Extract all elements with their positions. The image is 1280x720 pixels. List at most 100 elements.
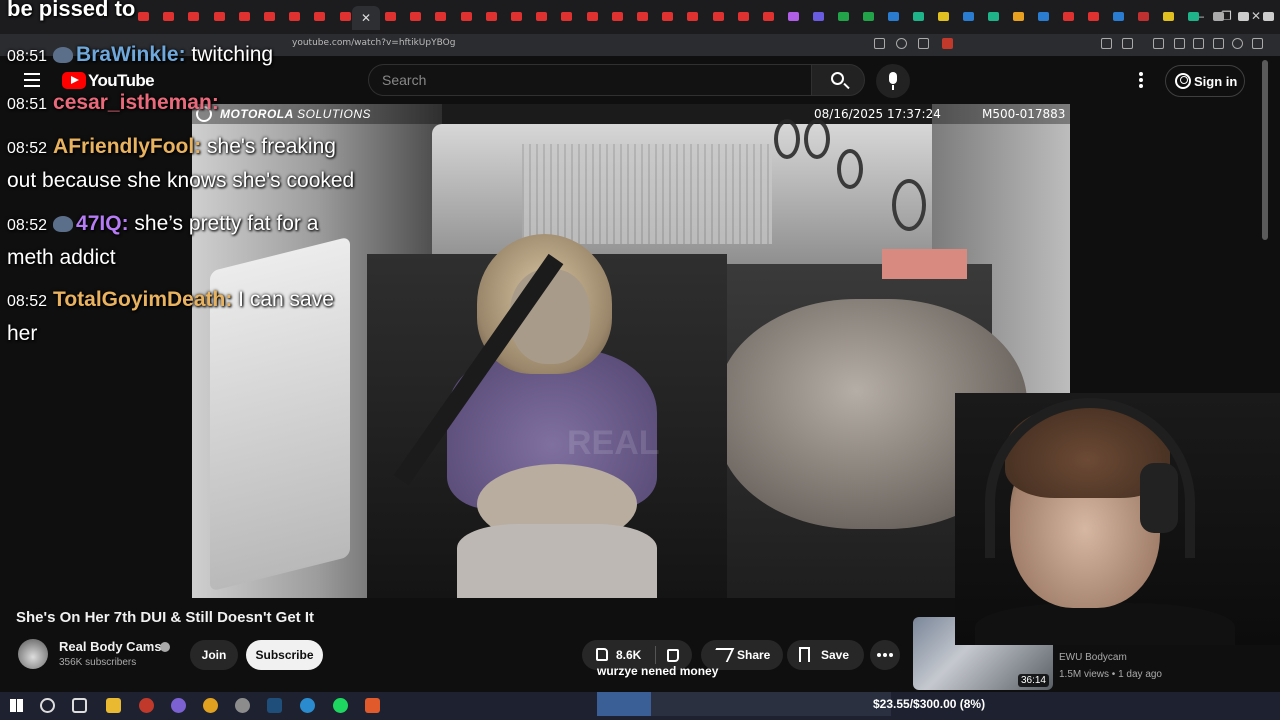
save-button[interactable]: Save	[787, 640, 864, 670]
tab-favicon-icon[interactable]	[1038, 12, 1050, 21]
tab-favicon-icon[interactable]	[1138, 12, 1150, 21]
tab-favicon-icon[interactable]	[611, 12, 623, 21]
windows-start-icon[interactable]	[10, 699, 23, 712]
spotify-icon[interactable]	[333, 698, 348, 713]
tab-favicon-icon[interactable]	[913, 12, 925, 21]
sign-in-label: Sign in	[1194, 73, 1238, 89]
chat-username: BraWinkle	[76, 43, 179, 66]
steam-icon[interactable]	[267, 698, 282, 713]
channel-name[interactable]: Real Body Cams	[59, 639, 162, 654]
brave-shield-icon[interactable]	[942, 38, 953, 49]
tab-favicon-icon[interactable]	[536, 12, 548, 21]
tab-favicon-icon[interactable]	[763, 12, 774, 21]
tab-favicon-icon[interactable]	[637, 12, 648, 21]
microphone-icon	[889, 72, 897, 84]
chat-message: 08:51 BraWinkle: twitching	[7, 43, 274, 66]
vpn-icon[interactable]	[1232, 38, 1243, 49]
bodycam-id: M500-017883	[982, 107, 1066, 121]
video-title: She's On Her 7th DUI & Still Doesn't Get…	[16, 609, 315, 626]
more-actions-button[interactable]	[870, 640, 900, 670]
share-page-icon[interactable]	[918, 38, 929, 49]
sidebar-icon[interactable]	[1174, 38, 1185, 49]
menu-icon[interactable]	[1252, 38, 1263, 49]
edge-icon[interactable]	[300, 698, 315, 713]
tab-favicon-icon[interactable]	[485, 12, 497, 21]
taskbar-search-icon[interactable]	[40, 698, 55, 713]
wallet-icon[interactable]	[1122, 38, 1133, 49]
chat-continuation: out because she knows she's cooked	[7, 169, 355, 192]
save-label: Save	[821, 648, 850, 662]
tab-favicon-icon[interactable]	[1013, 12, 1025, 21]
chrome-icon[interactable]	[203, 698, 218, 713]
tab-favicon-icon[interactable]	[561, 12, 573, 21]
tab-favicon-icon[interactable]	[838, 12, 850, 21]
leo-icon[interactable]	[1213, 38, 1224, 49]
thumbs-down-icon	[667, 649, 679, 662]
join-button[interactable]: Join	[190, 640, 238, 670]
user-icon	[1175, 73, 1191, 89]
verified-icon	[160, 642, 170, 652]
extensions-icon[interactable]	[1101, 38, 1112, 49]
chat-time: 08:51	[7, 48, 48, 65]
video-watermark: REAL	[567, 424, 660, 462]
cast-icon[interactable]	[874, 38, 885, 49]
thumbs-up-icon	[596, 648, 608, 661]
tab-favicon-icon[interactable]	[1263, 12, 1275, 21]
tab-favicon-icon[interactable]	[1188, 12, 1200, 21]
search-input[interactable]	[368, 64, 812, 96]
share-arrow-icon	[709, 648, 735, 662]
chat-continuation: meth addict	[7, 246, 116, 269]
chat-username: cesar_istheman	[53, 91, 212, 114]
page-scrollbar[interactable]	[1262, 60, 1268, 240]
close-window-button[interactable]: ✕	[1251, 9, 1261, 23]
tab-favicon-icon[interactable]	[1163, 12, 1175, 21]
recommended-channel[interactable]: EWU Bodycam	[1059, 652, 1127, 663]
obs-icon[interactable]	[139, 698, 154, 713]
tab-favicon-icon[interactable]	[1063, 12, 1075, 21]
settings-kebab-icon[interactable]	[1139, 72, 1143, 88]
search-button[interactable]	[811, 64, 865, 96]
sign-in-button[interactable]: Sign in	[1165, 65, 1245, 97]
video-scene-ring	[804, 119, 830, 159]
tab-favicon-icon[interactable]	[788, 12, 800, 21]
tab-favicon-icon[interactable]	[888, 12, 900, 21]
chat-cutoff-line: be pissed to	[7, 0, 136, 21]
tab-favicon-icon[interactable]	[435, 12, 447, 21]
tab-favicon-icon[interactable]	[460, 12, 472, 21]
video-duration: 36:14	[1017, 674, 1049, 687]
tab-favicon-icon[interactable]	[963, 12, 975, 21]
tab-favicon-icon[interactable]	[586, 12, 598, 21]
tab-favicon-icon[interactable]	[1213, 12, 1225, 21]
tab-favicon-icon[interactable]	[662, 12, 674, 21]
tab-favicon-icon[interactable]	[1088, 12, 1100, 21]
tab-favicon-icon[interactable]	[687, 12, 699, 21]
tab-favicon-icon[interactable]	[511, 12, 522, 21]
headphone-cup	[1140, 463, 1178, 533]
app-icon-2[interactable]	[235, 698, 250, 713]
chat-time: 08:52	[7, 140, 48, 157]
chat-username: 47IQ	[76, 212, 122, 235]
chat-username: AFriendlyFool	[53, 135, 195, 158]
video-scene-red-panel	[882, 249, 967, 279]
tab-favicon-icon[interactable]	[863, 12, 875, 21]
voice-search-button[interactable]	[876, 64, 910, 98]
zoom-icon[interactable]	[896, 38, 907, 49]
tab-favicon-icon[interactable]	[712, 12, 724, 21]
file-explorer-icon[interactable]	[106, 698, 121, 713]
subscribe-button[interactable]: Subscribe	[246, 640, 323, 670]
app-icon[interactable]	[171, 698, 186, 713]
channel-avatar[interactable]	[18, 639, 48, 669]
tab-favicon-icon[interactable]	[938, 12, 950, 21]
task-view-icon[interactable]	[72, 698, 87, 713]
tab-favicon-icon[interactable]	[813, 12, 825, 21]
brave-icon[interactable]	[365, 698, 380, 713]
tab-favicon-icon[interactable]	[1238, 12, 1250, 21]
tab-favicon-icon[interactable]	[737, 12, 749, 21]
media-icon[interactable]	[1153, 38, 1164, 49]
chat-text: she’s pretty fat for a	[134, 212, 319, 235]
search-icon	[831, 72, 844, 85]
tab-favicon-icon[interactable]	[1113, 12, 1125, 21]
tab-favicon-icon[interactable]	[988, 12, 1000, 21]
donation-goal-bar	[597, 692, 651, 716]
download-icon[interactable]	[1193, 38, 1204, 49]
